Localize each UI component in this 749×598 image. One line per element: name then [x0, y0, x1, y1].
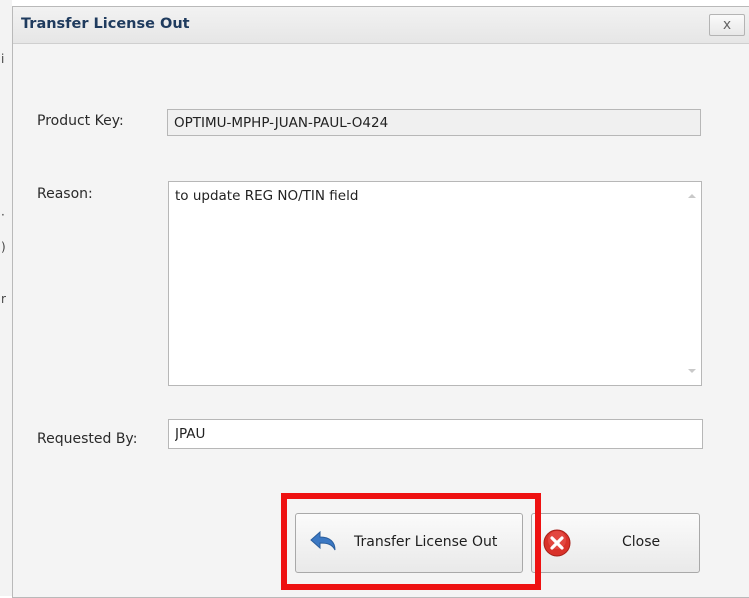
reason-field[interactable]: to update REG NO/TIN field: [168, 181, 702, 386]
background-fragment: ·: [1, 208, 5, 222]
close-icon: x: [722, 17, 732, 33]
close-window-button[interactable]: x: [709, 14, 745, 36]
scroll-down-icon[interactable]: [688, 369, 696, 373]
reason-scrollbar[interactable]: [684, 182, 701, 385]
transfer-license-dialog: Transfer License Out x Product Key: Reas…: [12, 6, 749, 598]
background-fragment: r: [1, 292, 6, 306]
requested-by-field[interactable]: [168, 419, 703, 449]
reason-field-wrapper: to update REG NO/TIN field: [168, 181, 702, 386]
background-fragment: ): [1, 240, 6, 254]
close-button-label: Close: [622, 534, 661, 550]
highlight-annotation: [281, 493, 541, 590]
reason-label: Reason:: [37, 186, 93, 202]
dialog-title: Transfer License Out: [21, 16, 190, 32]
close-circle-icon: [543, 529, 571, 557]
background-fragment: i: [1, 52, 5, 66]
background-window-edge: i · ) r: [0, 0, 12, 596]
product-key-field[interactable]: [167, 109, 701, 136]
product-key-label: Product Key:: [37, 113, 124, 129]
close-button[interactable]: Close: [531, 513, 700, 573]
scroll-up-icon[interactable]: [688, 194, 696, 198]
requested-by-label: Requested By:: [37, 431, 138, 447]
dialog-titlebar[interactable]: Transfer License Out x: [13, 7, 749, 44]
